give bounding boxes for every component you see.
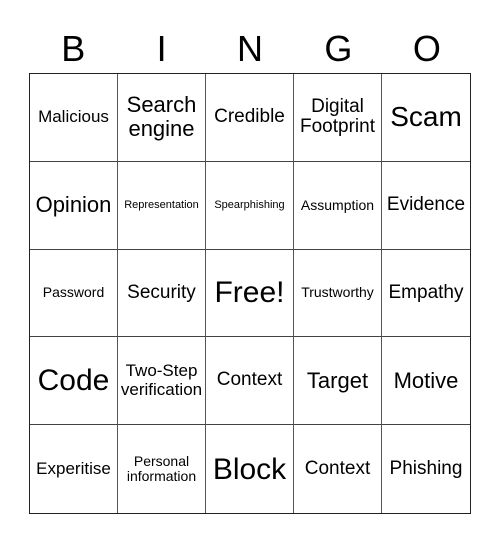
bingo-cell[interactable]: Credible [206, 74, 294, 162]
bingo-cell[interactable]: Assumption [294, 161, 382, 250]
bingo-cell[interactable]: Representation [118, 161, 206, 250]
bingo-cell[interactable]: Context [206, 337, 294, 426]
bingo-cell[interactable]: Target [294, 337, 382, 426]
bingo-cell[interactable]: Opinion [30, 161, 118, 250]
header-letter-b: B [61, 28, 86, 69]
bingo-cell[interactable]: Two-Step verification [118, 337, 206, 426]
bingo-cell[interactable]: Spearphishing [206, 161, 294, 250]
bingo-cell[interactable]: Scam [382, 74, 470, 162]
bingo-cell[interactable]: Empathy [382, 250, 470, 338]
bingo-cell[interactable]: Malicious [30, 74, 118, 162]
bingo-cell[interactable]: Phishing [382, 425, 470, 513]
header-letter-n: N [237, 28, 264, 69]
bingo-cell[interactable]: Security [118, 249, 206, 338]
bingo-header: B I N G O [29, 24, 471, 74]
header-letter-g: G [324, 28, 353, 69]
bingo-cell[interactable]: Password [30, 249, 118, 338]
bingo-cell[interactable]: Context [294, 425, 382, 513]
bingo-cell[interactable]: Personal information [118, 425, 206, 513]
header-letter-o: O [412, 28, 441, 69]
bingo-cell[interactable]: Trustworthy [294, 249, 382, 338]
bingo-cell[interactable]: Code [30, 337, 118, 426]
bingo-cell[interactable]: Evidence [382, 162, 470, 250]
bingo-grid: Malicious Search engine Credible Digital… [29, 73, 471, 514]
bingo-cell[interactable]: Search engine [118, 74, 206, 162]
bingo-cell[interactable]: Digital Footprint [294, 74, 382, 162]
bingo-cell[interactable]: Motive [382, 337, 470, 426]
bingo-cell[interactable]: Block [206, 425, 294, 513]
header-letter-i: I [156, 28, 167, 69]
bingo-free-cell[interactable]: Free! [206, 249, 294, 338]
bingo-cell[interactable]: Experitise [30, 425, 118, 513]
